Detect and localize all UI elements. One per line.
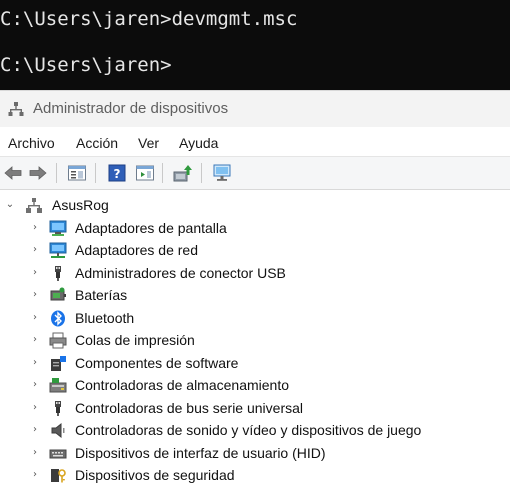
title-bar[interactable]: Administrador de dispositivos [0, 90, 510, 127]
chevron-right-icon[interactable]: › [30, 397, 40, 420]
tree-item-usb-controllers[interactable]: › Controladoras de bus serie universal [0, 397, 510, 420]
software-component-icon [49, 355, 67, 372]
device-manager-window: Administrador de dispositivos Archivo Ac… [0, 90, 510, 490]
window-title: Administrador de dispositivos [33, 100, 229, 117]
tree-root-node[interactable]: ⌄ AsusRog [0, 194, 510, 217]
device-tree: ⌄ AsusRog › Adaptadores de pantalla › Ad… [0, 194, 510, 490]
chevron-right-icon[interactable]: › [30, 217, 40, 240]
tree-item-label: Bluetooth [75, 309, 135, 326]
tree-item-label: Adaptadores de pantalla [75, 219, 227, 236]
tree-item-security-devices[interactable]: › Dispositivos de seguridad [0, 464, 510, 487]
storage-controller-icon [49, 377, 67, 394]
properties-icon[interactable] [67, 164, 87, 182]
device-manager-icon [8, 101, 24, 117]
chevron-right-icon[interactable]: › [30, 352, 40, 375]
help-icon[interactable]: ? [107, 164, 127, 182]
tree-item-network-adapters[interactable]: › Adaptadores de red [0, 239, 510, 262]
tree-item-label: Componentes de software [75, 354, 239, 371]
forward-arrow-icon[interactable] [28, 164, 48, 182]
tree-item-bluetooth[interactable]: › Bluetooth [0, 307, 510, 330]
security-device-icon [49, 467, 67, 484]
tree-item-hid[interactable]: › Dispositivos de interfaz de usuario (H… [0, 442, 510, 465]
computer-icon [25, 197, 43, 214]
tree-item-label: Baterías [75, 287, 128, 303]
usb-bus-icon [49, 400, 67, 417]
chevron-right-icon[interactable]: › [30, 442, 40, 465]
menu-ayuda[interactable]: Ayuda [177, 130, 220, 156]
tree-item-print-queues[interactable]: › Colas de impresión [0, 329, 510, 352]
chevron-right-icon[interactable]: › [30, 262, 40, 285]
terminal-line-prompt[interactable]: C:\Users\jaren> [0, 52, 172, 78]
tree-item-label: Controladoras de sonido y vídeo y dispos… [75, 422, 422, 438]
tree-item-software-components[interactable]: › Componentes de software [0, 352, 510, 375]
tree-item-batteries[interactable]: › Baterías [0, 284, 510, 307]
bluetooth-icon [49, 310, 67, 327]
toolbar-separator [162, 163, 163, 183]
tree-item-label: Dispositivos de seguridad [75, 467, 235, 483]
chevron-right-icon[interactable]: › [30, 284, 40, 307]
menu-accion[interactable]: Acción [74, 130, 120, 156]
tree-item-label: Controladoras de almacenamiento [75, 377, 290, 393]
chevron-right-icon[interactable]: › [30, 419, 40, 442]
tree-root-label: AsusRog [52, 197, 109, 213]
network-adapter-icon [49, 242, 67, 259]
menu-bar: Archivo Acción Ver Ayuda [0, 130, 510, 156]
svg-text:?: ? [114, 167, 121, 181]
tree-item-label: Colas de impresión [75, 332, 195, 348]
usb-connector-icon [49, 265, 67, 282]
tree-item-display-adapters[interactable]: › Adaptadores de pantalla [0, 217, 510, 240]
tree-item-label: Adaptadores de red [75, 242, 198, 258]
chevron-down-icon[interactable]: ⌄ [5, 194, 15, 217]
update-driver-icon[interactable] [173, 164, 193, 182]
chevron-right-icon[interactable]: › [30, 464, 40, 487]
toolbar-separator [201, 163, 202, 183]
chevron-right-icon[interactable]: › [30, 329, 40, 352]
tree-item-storage-controllers[interactable]: › Controladoras de almacenamiento [0, 374, 510, 397]
chevron-right-icon[interactable]: › [30, 307, 40, 330]
tree-item-label: Controladoras de bus serie universal [75, 399, 304, 416]
terminal-line-command: C:\Users\jaren>devmgmt.msc [0, 8, 298, 30]
toolbar-separator [56, 163, 57, 183]
scan-hardware-icon[interactable] [212, 164, 232, 182]
tree-item-usb-connector[interactable]: › Administradores de conector USB [0, 262, 510, 285]
hid-icon [49, 445, 67, 462]
tree-item-label: Dispositivos de interfaz de usuario (HID… [75, 444, 326, 461]
chevron-right-icon[interactable]: › [30, 374, 40, 397]
printer-icon [49, 332, 67, 349]
sound-icon [49, 422, 67, 439]
chevron-right-icon[interactable]: › [30, 239, 40, 262]
back-arrow-icon[interactable] [3, 164, 23, 182]
tree-item-label: Administradores de conector USB [75, 264, 286, 281]
view-pane-icon[interactable] [135, 164, 155, 182]
toolbar: ? [0, 156, 510, 190]
menu-archivo[interactable]: Archivo [6, 130, 57, 156]
toolbar-separator [95, 163, 96, 183]
menu-ver[interactable]: Ver [136, 130, 161, 156]
tree-item-sound-video[interactable]: › Controladoras de sonido y vídeo y disp… [0, 419, 510, 442]
display-adapter-icon [49, 220, 67, 237]
terminal-window: C:\Users\jaren>devmgmt.msc C:\Users\jare… [0, 0, 510, 90]
battery-icon [49, 287, 67, 304]
